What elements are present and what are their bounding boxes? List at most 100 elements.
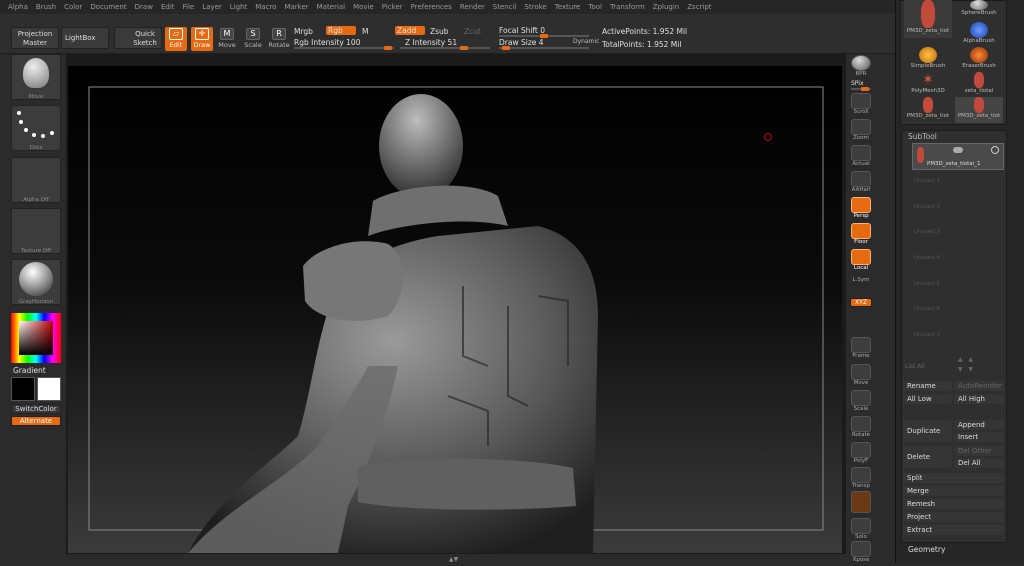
rgb-button[interactable]: Rgb	[326, 26, 356, 35]
slider-handle[interactable]	[861, 87, 869, 91]
extract-button[interactable]: Extract	[903, 525, 1004, 535]
rotate-button[interactable]: R Rotate	[268, 27, 290, 51]
menu-preferences[interactable]: Preferences	[411, 3, 452, 11]
mrgb-button[interactable]: Mrgb	[294, 27, 313, 36]
polyf-button[interactable]: PolyF	[849, 442, 873, 467]
menu-material[interactable]: Material	[317, 3, 345, 11]
merge-button[interactable]: Merge	[903, 486, 1004, 496]
subtool-slot[interactable]: Unused 6	[914, 306, 940, 312]
scale-button[interactable]: S Scale	[242, 27, 264, 51]
stroke-thumbnail[interactable]: Dots	[11, 105, 61, 151]
menu-texture[interactable]: Texture	[555, 3, 581, 11]
ghost-button[interactable]	[849, 491, 873, 516]
transp-button[interactable]: Transp	[849, 467, 873, 492]
polymesh3d-tool[interactable]: ✶ PolyMesh3D	[904, 72, 952, 98]
frame-button[interactable]: Frame	[849, 337, 873, 362]
insert-button[interactable]: Insert	[954, 432, 1004, 442]
autoreorder-button[interactable]: AutoReorder	[954, 381, 1004, 391]
move-view-button[interactable]: Move	[849, 364, 873, 389]
z-intensity-slider[interactable]	[400, 46, 490, 50]
edit-button[interactable]: ▱ Edit	[165, 27, 187, 51]
main-color-swatch[interactable]	[11, 377, 35, 401]
quick-sketch-button[interactable]: Quick Sketch	[114, 27, 162, 49]
pm3d-zeta-tool-1[interactable]: PM3D_zeta_tiot	[904, 97, 952, 123]
geometry-section-button[interactable]: Geometry	[908, 545, 945, 554]
menu-macro[interactable]: Macro	[255, 3, 276, 11]
menu-stencil[interactable]: Stencil	[493, 3, 517, 11]
secondary-color-swatch[interactable]	[37, 377, 61, 401]
alpha-brush[interactable]: AlphaBrush	[955, 22, 1003, 48]
menu-brush[interactable]: Brush	[36, 3, 56, 11]
gradient-label[interactable]: Gradient	[13, 366, 46, 375]
menu-alpha[interactable]: Alpha	[8, 3, 28, 11]
del-other-button[interactable]: Del Other	[954, 446, 1004, 456]
draw-size-slider[interactable]	[499, 46, 589, 50]
move-button[interactable]: M Move	[216, 27, 238, 51]
projection-master-button[interactable]: Projection Master	[11, 27, 59, 49]
menu-document[interactable]: Document	[90, 3, 126, 11]
persp-button[interactable]: Persp	[849, 197, 873, 222]
remesh-button[interactable]: Remesh	[903, 499, 1004, 509]
menu-render[interactable]: Render	[460, 3, 485, 11]
scale-view-button[interactable]: Scale	[849, 390, 873, 415]
menu-light[interactable]: Light	[230, 3, 247, 11]
alpha-thumbnail[interactable]: Alpha Off	[11, 157, 61, 203]
arrow-down-icon[interactable]: ▼ ▼	[958, 366, 973, 373]
sphere-brush[interactable]: SphereBrush	[955, 0, 1003, 22]
del-all-button[interactable]: Del All	[954, 458, 1004, 468]
aahalf-button[interactable]: AAHalf	[849, 171, 873, 196]
xyz-button[interactable]: XYZ	[850, 298, 872, 307]
solo-button[interactable]: Solo	[849, 518, 873, 543]
delete-button[interactable]: Delete	[903, 446, 952, 468]
list-all-button[interactable]: List All	[905, 363, 925, 370]
zcut-button[interactable]: Zcut	[464, 27, 481, 36]
3d-canvas[interactable]	[68, 66, 842, 553]
subtool-slot[interactable]: Unused 5	[914, 281, 940, 287]
focal-shift-slider[interactable]	[499, 34, 589, 38]
menu-tool[interactable]: Tool	[588, 3, 602, 11]
actual-button[interactable]: Actual	[849, 145, 873, 170]
menu-picker[interactable]: Picker	[382, 3, 403, 11]
bpr-button[interactable]: BPR	[849, 55, 873, 80]
subtool-slot[interactable]: Unused 7	[914, 332, 940, 338]
floor-button[interactable]: Floor	[849, 223, 873, 248]
subtool-slot[interactable]: Unused 1	[914, 178, 940, 184]
material-thumbnail[interactable]: GrayHorizon	[11, 259, 61, 305]
subtool-slot[interactable]: Unused 4	[914, 255, 940, 261]
menu-zscript[interactable]: Zscript	[687, 3, 711, 11]
switch-color-button[interactable]: SwitchColor	[11, 404, 61, 414]
zsub-button[interactable]: Zsub	[430, 27, 449, 36]
rotate-view-button[interactable]: Rotate	[849, 416, 873, 441]
xpose-button[interactable]: Xpose	[849, 541, 873, 566]
menu-zplugin[interactable]: Zplugin	[653, 3, 679, 11]
tool-current-thumb[interactable]: PM3D_zeta_tiot	[904, 0, 952, 38]
pm3d-zeta-tool-2[interactable]: PM3D_zeta_tiot	[955, 97, 1003, 123]
menu-draw[interactable]: Draw	[135, 3, 153, 11]
draw-button[interactable]: ✛ Draw	[191, 27, 213, 51]
chevron-down-icon[interactable]: ▲▼	[449, 556, 461, 563]
alternate-button[interactable]: Alternate	[11, 416, 61, 426]
eraser-brush[interactable]: EraserBrush	[955, 47, 1003, 73]
menu-stroke[interactable]: Stroke	[524, 3, 546, 11]
rename-button[interactable]: Rename	[903, 381, 952, 391]
menu-edit[interactable]: Edit	[161, 3, 175, 11]
all-high-button[interactable]: All High	[954, 394, 1004, 404]
local-button[interactable]: Local	[849, 249, 873, 274]
zeta-tiotai-tool[interactable]: zeta_tiotai	[955, 72, 1003, 98]
color-square[interactable]	[19, 321, 53, 355]
rgb-intensity-slider[interactable]	[294, 46, 394, 50]
menu-layer[interactable]: Layer	[202, 3, 222, 11]
append-button[interactable]: Append	[954, 420, 1004, 430]
subtool-active-item[interactable]: PM3D_zeta_tiotai_1	[912, 143, 1004, 170]
menu-movie[interactable]: Movie	[353, 3, 374, 11]
menu-file[interactable]: File	[183, 3, 195, 11]
slider-handle[interactable]	[460, 46, 468, 50]
all-low-button[interactable]: All Low	[903, 394, 952, 404]
spix-slider[interactable]	[851, 87, 871, 91]
menu-transform[interactable]: Transform	[610, 3, 645, 11]
subtool-title[interactable]: SubTool	[908, 132, 937, 141]
zoom-button[interactable]: Zoom	[849, 119, 873, 144]
subtool-slot[interactable]: Unused 3	[914, 229, 940, 235]
slider-handle[interactable]	[384, 46, 392, 50]
split-button[interactable]: Split	[903, 473, 1004, 483]
